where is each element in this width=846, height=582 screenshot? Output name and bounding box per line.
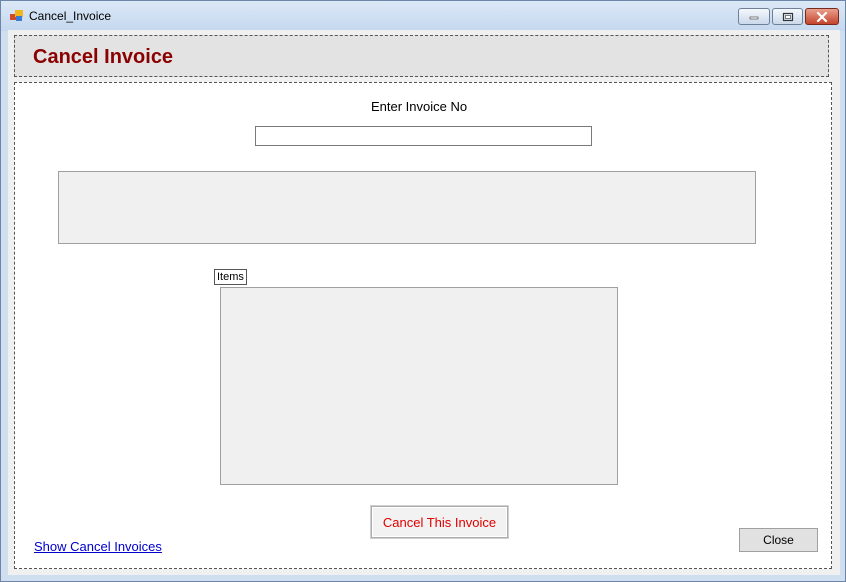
invoice-number-label: Enter Invoice No xyxy=(371,99,468,114)
minimize-button[interactable] xyxy=(738,8,770,25)
minimize-icon xyxy=(749,16,759,19)
items-label: Items xyxy=(214,269,247,285)
main-panel: Enter Invoice No Items Cancel This Invoi… xyxy=(14,82,832,569)
header-panel: Cancel Invoice xyxy=(14,35,829,77)
window-title: Cancel_Invoice xyxy=(29,9,112,23)
invoice-number-input[interactable] xyxy=(255,126,592,146)
maximize-icon xyxy=(782,12,793,21)
close-window-button[interactable] xyxy=(805,8,839,25)
app-window-icon xyxy=(10,10,24,22)
cancel-invoice-button[interactable]: Cancel This Invoice xyxy=(371,506,508,538)
title-bar[interactable]: Cancel_Invoice xyxy=(1,1,845,31)
items-list[interactable] xyxy=(220,287,618,485)
maximize-button[interactable] xyxy=(772,8,803,25)
show-cancel-invoices-link[interactable]: Show Cancel Invoices xyxy=(34,539,162,554)
close-button[interactable]: Close xyxy=(739,528,818,552)
client-area: Cancel Invoice Enter Invoice No Items Ca… xyxy=(8,30,840,575)
close-icon xyxy=(816,11,828,22)
page-title: Cancel Invoice xyxy=(33,46,174,68)
invoice-details-box xyxy=(58,171,756,244)
application-window: Cancel_Invoice Cancel Invoice Enter Invo… xyxy=(0,0,846,582)
